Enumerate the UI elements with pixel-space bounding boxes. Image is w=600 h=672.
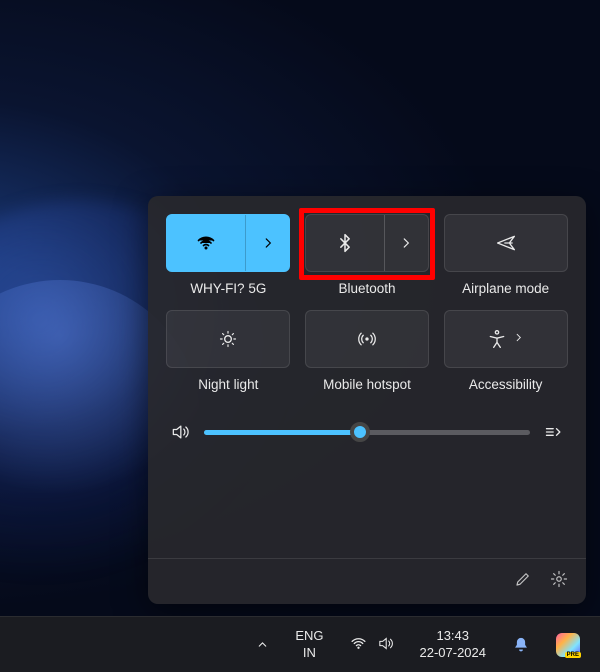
airplane-mode-toggle[interactable] — [444, 214, 568, 272]
bluetooth-label: Bluetooth — [338, 281, 395, 296]
audio-output-button[interactable] — [544, 422, 564, 442]
volume-slider-thumb[interactable] — [350, 422, 370, 442]
bluetooth-icon — [335, 233, 355, 253]
hotspot-label: Mobile hotspot — [323, 377, 411, 392]
wifi-tray-icon — [350, 635, 367, 655]
copilot-button[interactable]: PRE — [550, 617, 586, 672]
night-light-icon — [218, 329, 238, 349]
bluetooth-toggle[interactable] — [305, 214, 429, 272]
notifications-button[interactable] — [506, 617, 536, 672]
bluetooth-toggle-main[interactable] — [306, 215, 384, 271]
tray-overflow-button[interactable] — [250, 617, 275, 672]
quick-settings-tiles: WHY-FI? 5G Bluetooth — [166, 214, 568, 392]
tile-nightlight-wrap: Night light — [166, 310, 291, 392]
settings-button[interactable] — [550, 570, 568, 593]
accessibility-toggle[interactable] — [444, 310, 568, 368]
wifi-toggle[interactable] — [166, 214, 290, 272]
clock-time: 13:43 — [436, 628, 469, 644]
mobile-hotspot-toggle[interactable] — [305, 310, 429, 368]
night-light-toggle[interactable] — [166, 310, 290, 368]
clock[interactable]: 13:43 22-07-2024 — [414, 617, 493, 672]
night-light-label: Night light — [198, 377, 258, 392]
wifi-icon — [196, 233, 216, 253]
quick-settings-panel: WHY-FI? 5G Bluetooth — [148, 196, 586, 604]
volume-slider-fill — [204, 430, 360, 435]
copilot-badge: PRE — [565, 652, 581, 658]
volume-row — [166, 422, 568, 442]
chevron-right-icon — [513, 330, 524, 348]
wifi-label: WHY-FI? 5G — [190, 281, 266, 296]
tray-network-audio[interactable] — [344, 617, 400, 672]
tile-bluetooth-wrap: Bluetooth — [305, 214, 430, 296]
bluetooth-expand[interactable] — [384, 215, 428, 271]
language-primary: ENG — [295, 628, 323, 644]
accessibility-icon — [487, 329, 507, 349]
volume-slider[interactable] — [204, 430, 530, 435]
edit-button[interactable] — [514, 570, 532, 593]
wifi-expand[interactable] — [245, 215, 289, 271]
airplane-label: Airplane mode — [462, 281, 549, 296]
hotspot-icon — [357, 329, 377, 349]
tile-airplane-wrap: Airplane mode — [443, 214, 568, 296]
airplane-icon — [496, 233, 516, 253]
language-indicator[interactable]: ENG IN — [289, 617, 329, 672]
accessibility-label: Accessibility — [469, 377, 543, 392]
tile-wifi-wrap: WHY-FI? 5G — [166, 214, 291, 296]
volume-icon[interactable] — [170, 422, 190, 442]
tile-accessibility-wrap: Accessibility — [443, 310, 568, 392]
copilot-icon: PRE — [556, 633, 580, 657]
quick-settings-footer — [148, 558, 586, 604]
volume-tray-icon — [377, 635, 394, 655]
tile-hotspot-wrap: Mobile hotspot — [305, 310, 430, 392]
language-secondary: IN — [303, 645, 316, 661]
clock-date: 22-07-2024 — [420, 645, 487, 661]
taskbar: ENG IN 13:43 22-07-2024 PRE — [0, 616, 600, 672]
wifi-toggle-main[interactable] — [167, 215, 245, 271]
